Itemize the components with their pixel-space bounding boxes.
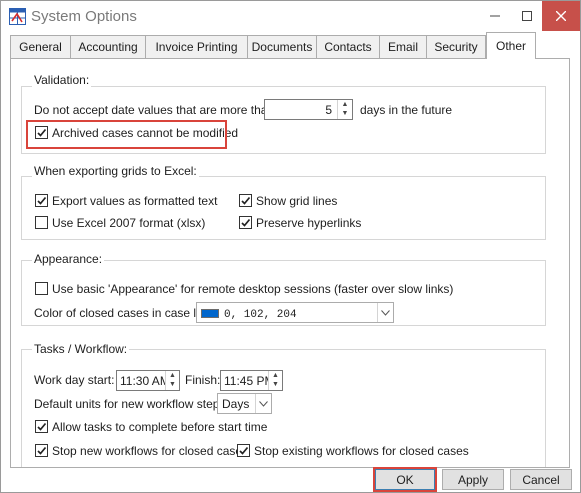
formatted-text-label[interactable]: Export values as formatted text: [52, 194, 217, 208]
work-day-start-input[interactable]: 11:30 AM ▲ ▼: [116, 370, 180, 391]
system-options-window: System Options General Accounting Invoic…: [0, 0, 581, 493]
stop-new-workflows-label[interactable]: Stop new workflows for closed cases: [52, 444, 248, 458]
tab-other[interactable]: Other: [486, 32, 536, 59]
allow-tasks-checkbox[interactable]: [35, 420, 48, 433]
minimize-button[interactable]: [479, 1, 511, 31]
stop-existing-workflows-label[interactable]: Stop existing workflows for closed cases: [254, 444, 469, 458]
checkmark-icon: [37, 446, 47, 455]
date-limit-suffix: days in the future: [360, 103, 453, 117]
date-limit-arrows[interactable]: ▲ ▼: [337, 100, 352, 119]
date-limit-value: 5: [325, 103, 332, 117]
allow-tasks-label[interactable]: Allow tasks to complete before start tim…: [52, 420, 267, 434]
finish-value: 11:45 PM: [224, 374, 275, 388]
checkmark-icon: [37, 196, 47, 205]
cancel-button[interactable]: Cancel: [510, 469, 572, 490]
grid-lines-label[interactable]: Show grid lines: [256, 194, 337, 208]
checkmark-icon: [241, 196, 251, 205]
minimize-icon: [490, 15, 500, 17]
spin-up-icon[interactable]: ▲: [166, 371, 179, 380]
spin-up-icon[interactable]: ▲: [269, 371, 282, 380]
finish-label: Finish:: [185, 373, 221, 387]
work-day-start-value: 11:30 AM: [120, 374, 170, 388]
default-units-value: Days: [222, 397, 250, 411]
formatted-text-checkbox[interactable]: [35, 194, 48, 207]
hyperlinks-label[interactable]: Preserve hyperlinks: [256, 216, 361, 230]
basic-appearance-checkbox[interactable]: [35, 282, 48, 295]
app-icon: [9, 8, 26, 25]
checkmark-icon: [241, 218, 251, 227]
tab-contacts[interactable]: Contacts: [316, 35, 380, 58]
spin-down-icon[interactable]: ▼: [166, 380, 179, 389]
export-group-title: When exporting grids to Excel:: [32, 164, 199, 178]
title-bar: System Options: [1, 1, 580, 33]
finish-spin-arrows[interactable]: ▲ ▼: [268, 371, 282, 390]
hyperlinks-checkbox[interactable]: [239, 216, 252, 229]
default-units-combo[interactable]: Days: [217, 393, 272, 414]
date-limit-label: Do not accept date values that are more …: [34, 103, 278, 117]
closed-color-combo[interactable]: 0, 102, 204: [196, 302, 394, 323]
stop-new-workflows-checkbox[interactable]: [35, 444, 48, 457]
maximize-button[interactable]: [511, 1, 543, 31]
tab-invoice-printing[interactable]: Invoice Printing: [145, 35, 248, 58]
checkmark-icon: [37, 422, 47, 431]
finish-input[interactable]: 11:45 PM ▲ ▼: [220, 370, 283, 391]
tab-email[interactable]: Email: [379, 35, 427, 58]
close-button[interactable]: [542, 1, 580, 31]
spin-down-icon[interactable]: ▼: [338, 109, 352, 118]
excel-2007-checkbox[interactable]: [35, 216, 48, 229]
validation-group-title: Validation:: [32, 73, 92, 87]
workflow-group-title: Tasks / Workflow:: [32, 342, 130, 356]
default-units-label: Default units for new workflow steps:: [34, 397, 229, 411]
closed-color-label: Color of closed cases in case list:: [34, 306, 212, 320]
apply-button[interactable]: Apply: [442, 469, 504, 490]
ok-highlight-box: [373, 467, 437, 492]
export-group: [21, 176, 546, 240]
chevron-down-icon[interactable]: [255, 394, 271, 413]
work-day-start-label: Work day start:: [34, 373, 115, 387]
excel-2007-label[interactable]: Use Excel 2007 format (xlsx): [52, 216, 205, 230]
archived-highlight-box: [26, 120, 227, 149]
spin-up-icon[interactable]: ▲: [338, 100, 352, 109]
tab-security[interactable]: Security: [426, 35, 486, 58]
tab-general[interactable]: General: [10, 35, 71, 58]
closed-color-text: 0, 102, 204: [224, 309, 297, 321]
color-swatch-icon: [201, 309, 219, 319]
start-spin-arrows[interactable]: ▲ ▼: [165, 371, 179, 390]
tab-documents[interactable]: Documents: [247, 35, 317, 58]
appearance-group-title: Appearance:: [32, 252, 105, 266]
grid-lines-checkbox[interactable]: [239, 194, 252, 207]
chevron-down-icon[interactable]: [377, 303, 393, 322]
basic-appearance-label[interactable]: Use basic 'Appearance' for remote deskto…: [52, 282, 453, 296]
spin-down-icon[interactable]: ▼: [269, 380, 282, 389]
closed-color-value: 0, 102, 204: [201, 306, 297, 321]
checkmark-icon: [239, 446, 249, 455]
stop-existing-workflows-checkbox[interactable]: [237, 444, 250, 457]
maximize-icon: [522, 11, 532, 21]
close-icon: [556, 11, 566, 21]
tab-accounting[interactable]: Accounting: [70, 35, 146, 58]
window-title: System Options: [31, 8, 137, 25]
date-limit-spinner[interactable]: 5 ▲ ▼: [264, 99, 353, 120]
